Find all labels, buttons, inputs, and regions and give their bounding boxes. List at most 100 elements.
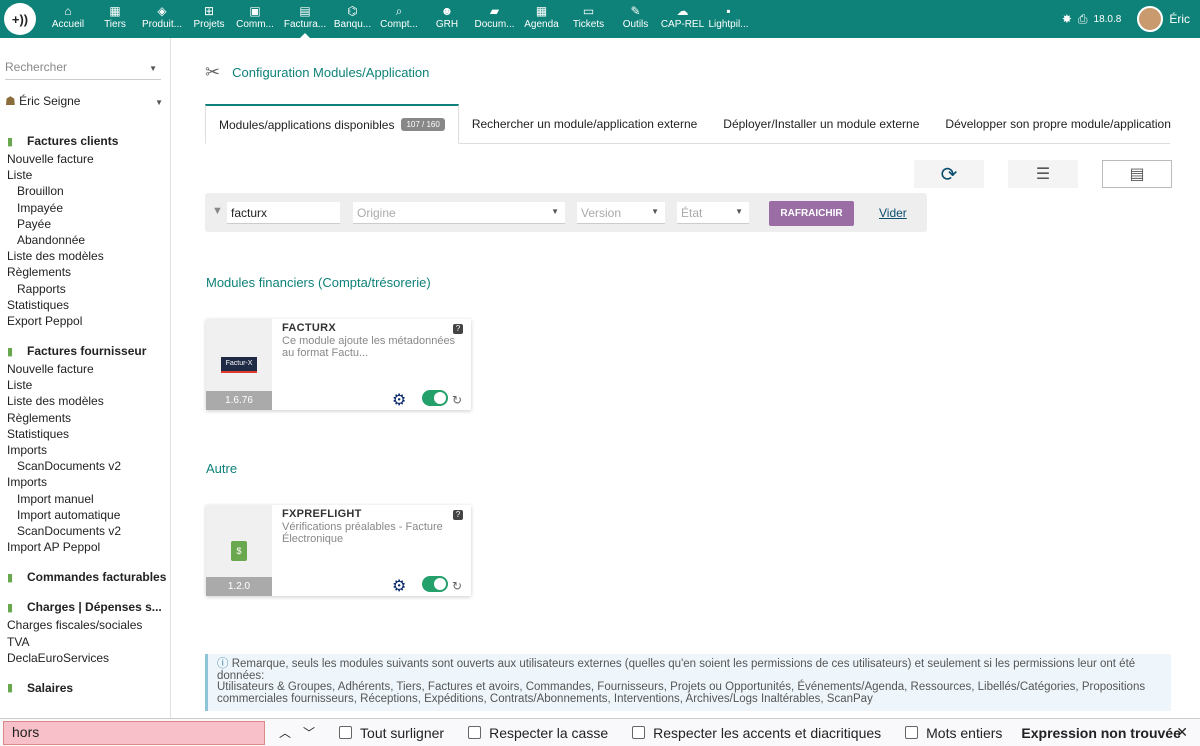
module-card-facturx[interactable]: Factur-X 1.6.76 FACTURX Ce module ajoute… [206, 319, 471, 410]
nav-item-12[interactable]: ▭ Tickets [565, 0, 612, 38]
chevron-down-icon: ▼ [149, 64, 157, 73]
close-icon[interactable]: ✕ [1176, 724, 1188, 741]
module-enabled-toggle[interactable] [422, 576, 448, 592]
gear-icon[interactable]: ⚙ [392, 390, 406, 410]
sidebar-section-3[interactable]: ▮ Commandes facturables [0, 569, 171, 585]
help-icon[interactable]: ? [453, 324, 463, 334]
sidebar-section-2[interactable]: ▮ Factures fournisseur [0, 343, 171, 359]
calendar-icon: ▦ [535, 4, 548, 18]
reload-icon[interactable]: ↻ [452, 393, 462, 407]
kanban-view-icon[interactable]: ▤ [1102, 160, 1172, 188]
chevron-down-icon[interactable]: ﹀ [303, 724, 315, 741]
sidebar-item[interactable]: Export Peppol [0, 313, 171, 329]
sidebar-item[interactable]: Imports [0, 442, 171, 458]
reload-icon[interactable]: ↻ [452, 579, 462, 593]
sidebar-item[interactable]: Liste [0, 377, 171, 393]
clear-filters-link[interactable]: Vider [879, 206, 907, 220]
bug-icon[interactable]: ✸ [1062, 12, 1072, 26]
module-description: Ce module ajoute les métadonnées au form… [282, 336, 456, 359]
sidebar-item[interactable]: Statistiques [0, 426, 171, 442]
nav-item-3[interactable]: ◈ Produit... [136, 0, 188, 38]
tab-3[interactable]: Déployer/Installer un module externe [710, 104, 932, 144]
sidebar-item[interactable]: TVA [0, 634, 171, 650]
etat-select[interactable]: État ▼ [677, 202, 749, 224]
sidebar-item[interactable]: Import AP Peppol [0, 539, 171, 555]
sidebar-item[interactable]: Règlements [0, 410, 171, 426]
app-logo[interactable]: +)) [4, 3, 36, 35]
gear-icon[interactable]: ⚙ [392, 576, 406, 596]
checkbox-box [632, 726, 646, 739]
sidebar-item[interactable]: Payée [0, 216, 171, 232]
match-diacritics-checkbox[interactable]: Respecter les accents et diacritiques [632, 725, 881, 741]
nav-item-5[interactable]: ▣ Comm... [230, 0, 280, 38]
module-card-fxpreflight[interactable]: $ 1.2.0 FXPREFLIGHT Vérifications préala… [206, 505, 471, 596]
nav-item-10[interactable]: ▰ Docum... [471, 0, 518, 38]
nav-item-label: Lightpil... [708, 19, 749, 30]
nav-item-7[interactable]: ⌬ Banqu... [330, 0, 375, 38]
sidebar-item[interactable]: Liste [0, 167, 171, 183]
match-case-label: Respecter la casse [489, 724, 609, 741]
nav-item-4[interactable]: ⊞ Projets [188, 0, 230, 38]
avatar[interactable] [1137, 6, 1164, 32]
sidebar-item[interactable]: Charges fiscales/sociales [0, 617, 171, 633]
sidebar-item[interactable]: Liste des modèles [0, 393, 171, 409]
sidebar-item[interactable]: Imports [0, 474, 171, 490]
tab-1[interactable]: Modules/applications disponibles 107 / 16… [205, 104, 459, 144]
tab-2[interactable]: Rechercher un module/application externe [459, 104, 710, 144]
match-case-checkbox[interactable]: Respecter la casse [468, 725, 608, 741]
nav-item-2[interactable]: ▦ Tiers [94, 0, 136, 38]
tools-icon: ✂ [205, 62, 221, 82]
sidebar-section-4[interactable]: ▮ Charges | Dépenses s... [0, 599, 171, 615]
refresh-icon[interactable]: ⟳ [914, 160, 984, 188]
sidebar-item[interactable]: Rapports [0, 281, 171, 297]
sidebar-item[interactable]: Nouvelle facture [0, 151, 171, 167]
version-select[interactable]: Version ▼ [577, 202, 665, 224]
nav-item-1[interactable]: ⌂ Accueil [42, 0, 94, 38]
tab-4[interactable]: Développer son propre module/application [932, 104, 1183, 144]
sidebar-section-1[interactable]: ▮ Factures clients [0, 133, 171, 149]
sidebar-item[interactable]: Statistiques [0, 297, 171, 313]
sidebar-item[interactable]: DeclaEuroServices [0, 650, 171, 666]
nav-item-13[interactable]: ✎ Outils [612, 0, 659, 38]
sidebar-item[interactable]: ScanDocuments v2 [0, 458, 171, 474]
nav-item-label: Compt... [380, 19, 418, 30]
refresh-button[interactable]: RAFRAICHIR [769, 201, 854, 226]
nav-item-11[interactable]: ▦ Agenda [518, 0, 565, 38]
chevron-down-icon: ▼ [551, 207, 559, 216]
module-search-input[interactable]: facturx [227, 202, 340, 224]
nav-item-15[interactable]: ▪ Lightpil... [706, 0, 751, 38]
count-badge: 107 / 160 [401, 118, 445, 131]
highlight-all-checkbox[interactable]: Tout surligner [339, 725, 444, 741]
user-icon: ☗ [5, 94, 16, 108]
find-input[interactable]: hors [3, 720, 265, 745]
checkbox-box [468, 726, 482, 739]
user-name[interactable]: Éric [1169, 12, 1190, 26]
nav-item-6[interactable]: ▤ Factura... [280, 0, 330, 38]
sidebar-item[interactable]: ScanDocuments v2 [0, 523, 171, 539]
sidebar-user-select[interactable]: ☗ Éric Seigne ▼ [5, 94, 167, 112]
sidebar-section-5[interactable]: ▮ Salaires [0, 680, 171, 696]
printer-icon[interactable]: ⎙ [1078, 12, 1088, 27]
external-users-note: ⓘ Remarque, seuls les modules suivants s… [205, 654, 1171, 711]
nav-item-label: GRH [435, 19, 459, 30]
sidebar-item[interactable]: Import manuel [0, 491, 171, 507]
nav-item-14[interactable]: ☁ CAP-REL [659, 0, 706, 38]
chevron-up-icon[interactable]: ︿ [279, 724, 291, 741]
nav-item-8[interactable]: ⌕ Compt... [375, 0, 423, 38]
sidebar-item[interactable]: Impayée [0, 200, 171, 216]
nav-item-9[interactable]: ☻ GRH [423, 0, 471, 38]
list-view-icon[interactable]: ☰ [1008, 160, 1078, 188]
whole-words-checkbox[interactable]: Mots entiers [905, 725, 1002, 741]
sidebar-search-select[interactable]: Rechercher ▼ [5, 60, 161, 80]
sidebar-item[interactable]: Liste des modèles [0, 248, 171, 264]
sidebar-item[interactable]: Règlements [0, 264, 171, 280]
sidebar-item[interactable]: Abandonnée [0, 232, 171, 248]
help-icon[interactable]: ? [453, 510, 463, 520]
sidebar-item[interactable]: Brouillon [0, 183, 171, 199]
nav-item-label: Tiers [104, 19, 126, 30]
sidebar-search-placeholder: Rechercher [5, 60, 68, 74]
module-enabled-toggle[interactable] [422, 390, 448, 406]
origine-select[interactable]: Origine ▼ [353, 202, 565, 224]
sidebar-item[interactable]: Import automatique [0, 507, 171, 523]
sidebar-item[interactable]: Nouvelle facture [0, 361, 171, 377]
